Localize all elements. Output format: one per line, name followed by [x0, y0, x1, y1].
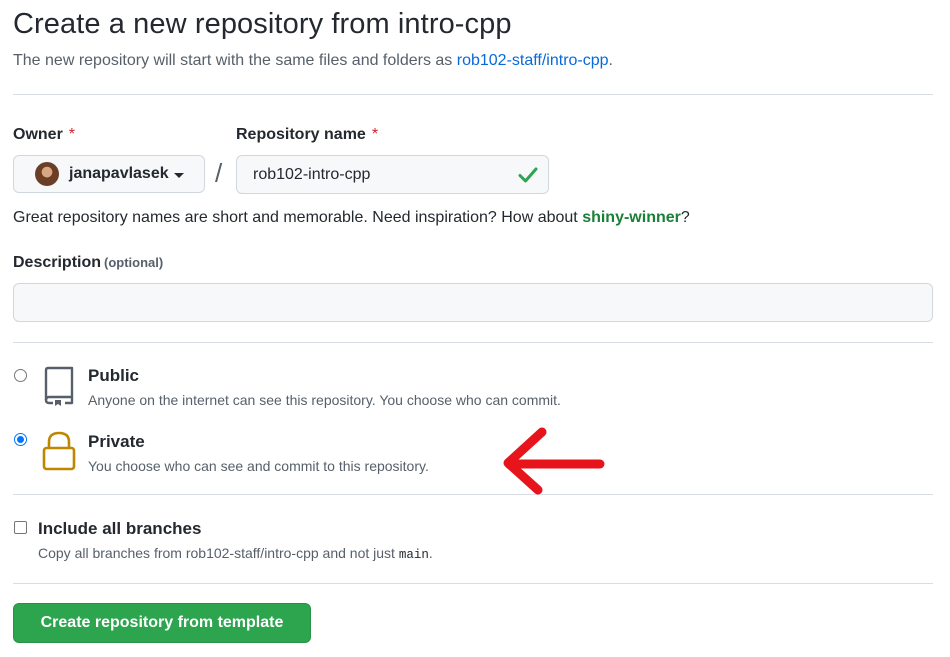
description-label: Description (optional) [13, 254, 163, 272]
branches-desc-code: main [398, 548, 429, 562]
divider [13, 583, 933, 584]
owner-label-text: Owner [13, 126, 63, 143]
owner-select-button[interactable]: janapavlasek [13, 155, 205, 193]
divider [13, 494, 933, 495]
public-option-title: Public [88, 366, 140, 385]
subtitle-prefix: The new repository will start with the s… [13, 52, 457, 69]
repo-name-label-text: Repository name [236, 126, 366, 143]
page-title: Create a new repository from intro-cpp [13, 8, 512, 40]
public-radio[interactable] [14, 369, 27, 382]
name-suggestion-link[interactable]: shiny-winner [582, 209, 681, 226]
include-branches-title: Include all branches [38, 519, 202, 538]
owner-selected-value: janapavlasek [69, 165, 169, 182]
subtitle-suffix: . [608, 52, 613, 69]
avatar [35, 162, 59, 186]
description-optional-note: (optional) [104, 255, 164, 270]
branches-desc-suffix: . [428, 545, 433, 561]
divider [13, 342, 933, 343]
annotation-arrow-icon [503, 427, 605, 495]
private-option-title: Private [88, 432, 145, 451]
create-repository-button[interactable]: Create repository from template [13, 603, 311, 643]
template-repo-link[interactable]: rob102-staff/intro-cpp [457, 52, 609, 69]
description-label-text: Description [13, 254, 102, 271]
owner-label: Owner * [13, 126, 75, 144]
repo-name-required-mark: * [371, 126, 379, 143]
include-branches-checkbox[interactable] [14, 521, 27, 534]
repo-book-icon [44, 366, 74, 406]
include-branches-description: Copy all branches from rob102-staff/intr… [38, 545, 433, 562]
caret-down-icon [173, 172, 184, 178]
description-input[interactable] [13, 283, 933, 322]
hint-prefix: Great repository names are short and mem… [13, 209, 583, 226]
repo-name-input[interactable]: rob102-intro-cpp [236, 155, 549, 194]
private-radio[interactable] [14, 433, 27, 446]
owner-required-mark: * [68, 126, 76, 143]
public-option-description: Anyone on the internet can see this repo… [88, 392, 561, 408]
owner-repo-separator: / [215, 158, 223, 188]
lock-icon [42, 431, 76, 471]
repo-name-value: rob102-intro-cpp [253, 165, 371, 183]
check-icon [518, 167, 538, 183]
branches-desc-prefix: Copy all branches from rob102-staff/intr… [38, 545, 399, 561]
repo-name-label: Repository name * [236, 126, 378, 144]
private-option-description: You choose who can see and commit to thi… [88, 458, 429, 474]
hint-suffix: ? [680, 209, 690, 226]
repo-name-hint: Great repository names are short and mem… [13, 209, 690, 227]
page-subtitle: The new repository will start with the s… [13, 52, 613, 70]
divider [13, 94, 933, 95]
